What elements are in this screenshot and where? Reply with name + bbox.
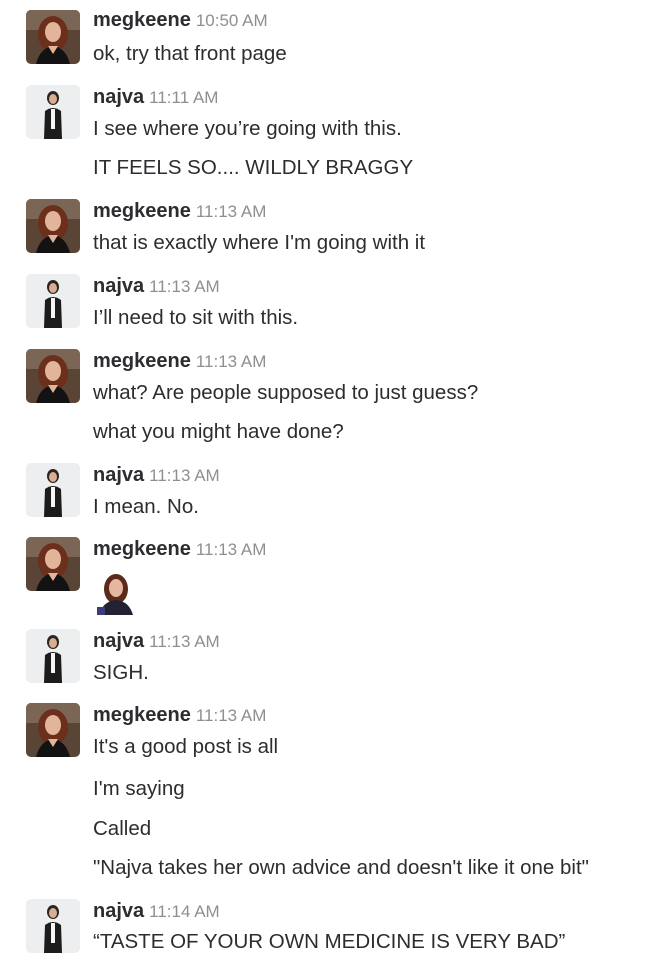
username[interactable]: najva bbox=[93, 464, 144, 486]
message-header: megkeene 11:13 AM bbox=[93, 704, 266, 730]
avatar-najva[interactable] bbox=[26, 899, 80, 953]
avatar-najva[interactable] bbox=[26, 85, 80, 139]
timestamp[interactable]: 11:13 AM bbox=[149, 277, 220, 296]
avatar-megkeene[interactable] bbox=[26, 199, 80, 253]
message-header: megkeene 11:13 AM bbox=[93, 538, 266, 564]
timestamp[interactable]: 11:13 AM bbox=[149, 632, 220, 651]
message-text: "Najva takes her own advice and doesn't … bbox=[93, 856, 589, 879]
avatar-megkeene[interactable] bbox=[26, 703, 80, 757]
username[interactable]: najva bbox=[93, 900, 144, 922]
chat-message-list: megkeene 10:50 AM ok, try that front page… bbox=[0, 0, 654, 972]
timestamp[interactable]: 11:11 AM bbox=[149, 88, 218, 107]
avatar-najva[interactable] bbox=[26, 274, 80, 328]
message-text: It's a good post is all bbox=[93, 735, 279, 758]
message-header: najva 11:13 AM bbox=[93, 630, 220, 656]
timestamp[interactable]: 11:13 AM bbox=[196, 202, 267, 221]
message-text: I’ll need to sit with this. bbox=[93, 306, 299, 329]
username[interactable]: najva bbox=[93, 275, 144, 297]
message-text: I mean. No. bbox=[93, 495, 199, 518]
avatar-najva[interactable] bbox=[26, 463, 80, 517]
timestamp[interactable]: 11:14 AM bbox=[149, 902, 220, 921]
username[interactable]: megkeene bbox=[93, 538, 191, 560]
avatar-megkeene[interactable] bbox=[26, 537, 80, 591]
username[interactable]: megkeene bbox=[93, 350, 191, 372]
avatar-megkeene[interactable] bbox=[26, 10, 80, 64]
message-text: I'm saying bbox=[93, 777, 185, 800]
message-header: megkeene 11:13 AM bbox=[93, 200, 266, 226]
username[interactable]: megkeene bbox=[93, 704, 191, 726]
username[interactable]: megkeene bbox=[93, 200, 191, 222]
message-header: megkeene 11:13 AM bbox=[93, 350, 266, 376]
timestamp[interactable]: 11:13 AM bbox=[149, 466, 220, 485]
message-header: najva 11:14 AM bbox=[93, 900, 220, 926]
message-text: ok, try that front page bbox=[93, 42, 287, 65]
message-text: SIGH. bbox=[93, 661, 149, 684]
timestamp[interactable]: 10:50 AM bbox=[196, 11, 268, 30]
message-header: najva 11:11 AM bbox=[93, 86, 218, 112]
username[interactable]: najva bbox=[93, 630, 144, 652]
avatar-najva[interactable] bbox=[26, 629, 80, 683]
message-header: najva 11:13 AM bbox=[93, 464, 220, 490]
reaction-image[interactable] bbox=[93, 571, 139, 615]
avatar-megkeene[interactable] bbox=[26, 349, 80, 403]
message-text: I see where you’re going with this. bbox=[93, 117, 402, 140]
message-header: najva 11:13 AM bbox=[93, 275, 220, 301]
message-text: that is exactly where I'm going with it bbox=[93, 231, 426, 254]
message-text: Called bbox=[93, 817, 152, 840]
message-text: “TASTE OF YOUR OWN MEDICINE IS VERY BAD” bbox=[93, 930, 566, 953]
username[interactable]: najva bbox=[93, 86, 144, 108]
message-header: megkeene 10:50 AM bbox=[93, 9, 268, 35]
timestamp[interactable]: 11:13 AM bbox=[196, 352, 267, 371]
message-text: what you might have done? bbox=[93, 420, 344, 443]
message-text: what? Are people supposed to just guess? bbox=[93, 381, 479, 404]
message-text: IT FEELS SO.... WILDLY BRAGGY bbox=[93, 156, 414, 179]
timestamp[interactable]: 11:13 AM bbox=[196, 540, 267, 559]
username[interactable]: megkeene bbox=[93, 9, 191, 31]
timestamp[interactable]: 11:13 AM bbox=[196, 706, 267, 725]
